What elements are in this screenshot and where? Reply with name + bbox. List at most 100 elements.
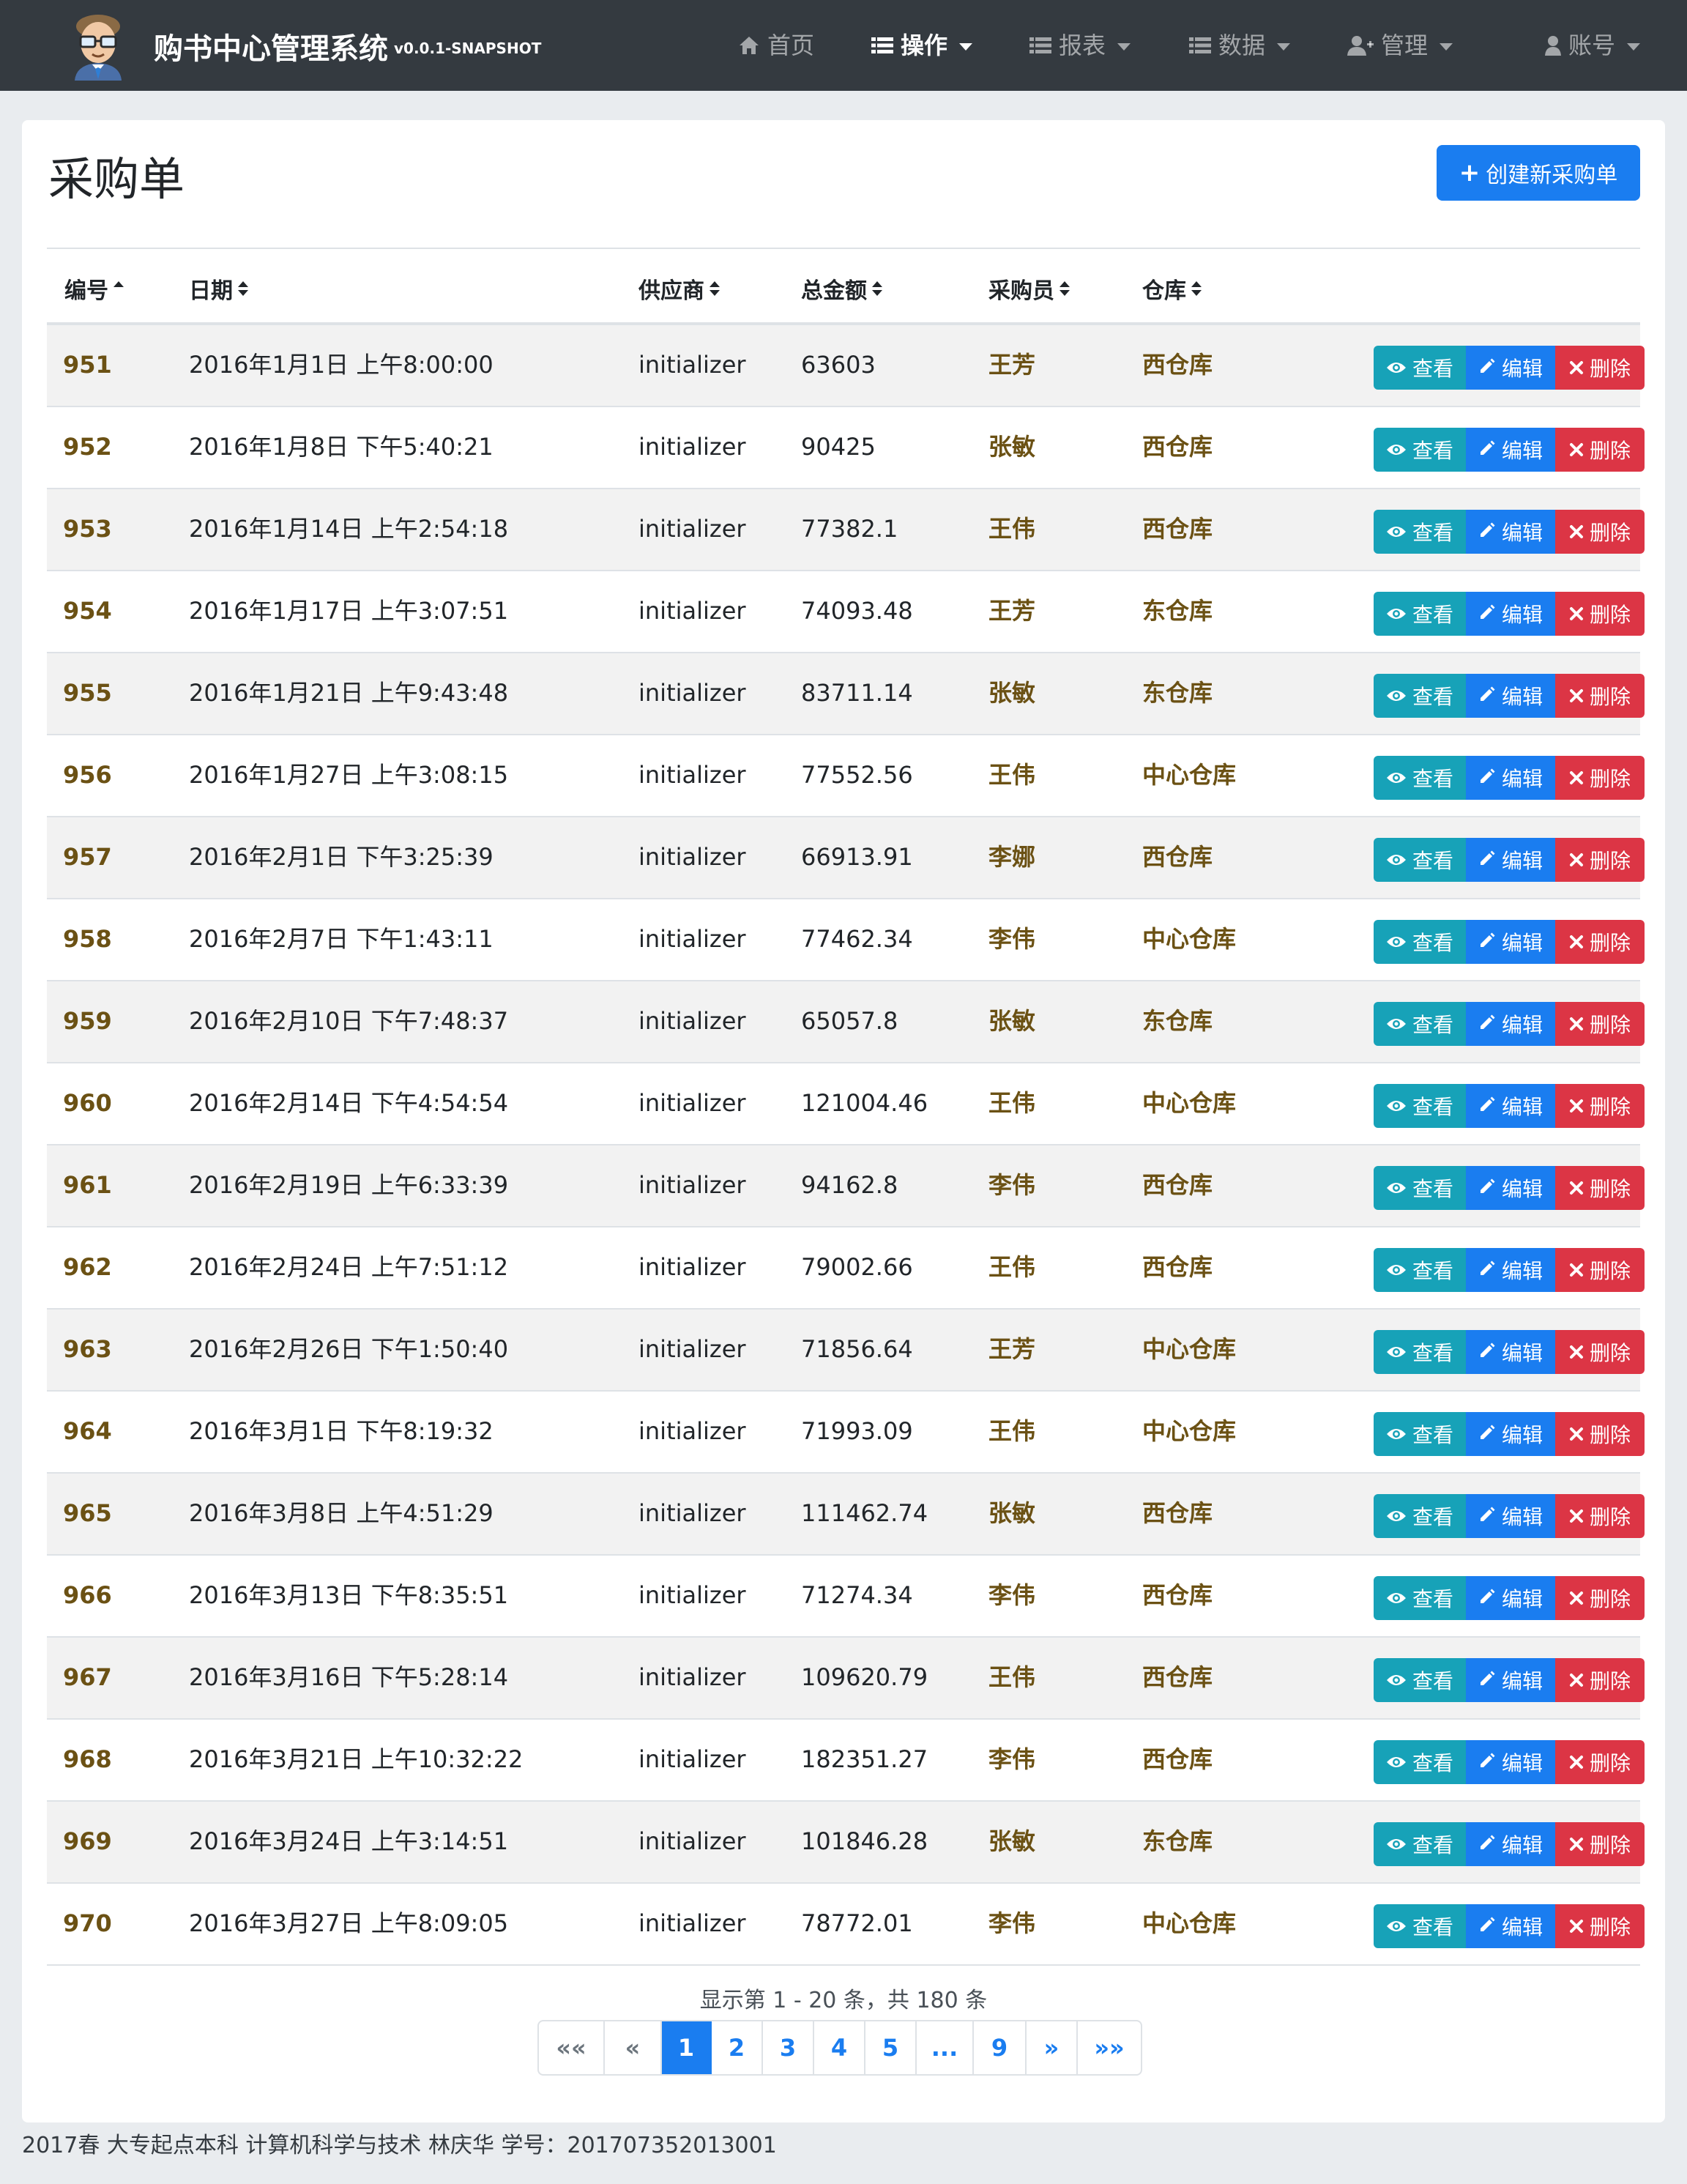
row-actions: 查看 编辑 删除 — [1374, 838, 1645, 882]
view-button[interactable]: 查看 — [1374, 1084, 1466, 1128]
edit-button[interactable]: 编辑 — [1466, 1002, 1555, 1046]
view-button[interactable]: 查看 — [1374, 1740, 1466, 1784]
delete-button[interactable]: 删除 — [1555, 674, 1645, 718]
delete-button[interactable]: 删除 — [1555, 1412, 1645, 1456]
delete-button[interactable]: 删除 — [1555, 1822, 1645, 1866]
view-button[interactable]: 查看 — [1374, 1904, 1466, 1948]
delete-button[interactable]: 删除 — [1555, 1904, 1645, 1948]
delete-button[interactable]: 删除 — [1555, 592, 1645, 636]
delete-button[interactable]: 删除 — [1555, 1740, 1645, 1784]
view-button[interactable]: 查看 — [1374, 592, 1466, 636]
row-actions: 查看 编辑 删除 — [1374, 1576, 1645, 1620]
delete-button[interactable]: 删除 — [1555, 1166, 1645, 1210]
page-link[interactable]: » — [1027, 2021, 1078, 2074]
page-link[interactable]: 1 — [662, 2021, 712, 2074]
view-button[interactable]: 查看 — [1374, 1248, 1466, 1292]
page-link[interactable]: 4 — [814, 2021, 865, 2074]
delete-button[interactable]: 删除 — [1555, 920, 1645, 964]
edit-button[interactable]: 编辑 — [1466, 1084, 1555, 1128]
nav-reports-label: 报表 — [1059, 31, 1106, 59]
edit-button[interactable]: 编辑 — [1466, 920, 1555, 964]
view-button[interactable]: 查看 — [1374, 1166, 1466, 1210]
list-icon — [1189, 37, 1211, 54]
edit-button[interactable]: 编辑 — [1466, 1822, 1555, 1866]
column-header-warehouse[interactable]: 仓库 — [1142, 272, 1202, 305]
edit-button[interactable]: 编辑 — [1466, 838, 1555, 882]
delete-button[interactable]: 删除 — [1555, 1658, 1645, 1702]
view-button[interactable]: 查看 — [1374, 1494, 1466, 1538]
edit-button-label: 编辑 — [1501, 439, 1543, 463]
edit-button[interactable]: 编辑 — [1466, 428, 1555, 472]
page-link[interactable]: 3 — [763, 2021, 814, 2074]
edit-button[interactable]: 编辑 — [1466, 674, 1555, 718]
view-button[interactable]: 查看 — [1374, 1412, 1466, 1456]
pencil-icon — [1478, 1586, 1496, 1611]
pencil-icon — [1478, 438, 1496, 462]
close-icon — [1569, 1176, 1584, 1200]
delete-button[interactable]: 删除 — [1555, 346, 1645, 390]
view-button[interactable]: 查看 — [1374, 838, 1466, 882]
column-header-supplier[interactable]: 供应商 — [638, 272, 720, 305]
view-button[interactable]: 查看 — [1374, 756, 1466, 800]
view-button[interactable]: 查看 — [1374, 1658, 1466, 1702]
delete-button[interactable]: 删除 — [1555, 428, 1645, 472]
column-header-amount[interactable]: 总金额 — [801, 272, 883, 305]
nav-home[interactable]: 首页 — [738, 28, 814, 63]
edit-button[interactable]: 编辑 — [1466, 1166, 1555, 1210]
delete-button[interactable]: 删除 — [1555, 510, 1645, 554]
edit-button[interactable]: 编辑 — [1466, 1330, 1555, 1374]
view-button[interactable]: 查看 — [1374, 346, 1466, 390]
cell-date: 2016年3月24日 上午3:14:51 — [189, 1827, 509, 1855]
edit-button[interactable]: 编辑 — [1466, 592, 1555, 636]
edit-button[interactable]: 编辑 — [1466, 1904, 1555, 1948]
column-header-id[interactable]: 编号 — [64, 272, 124, 305]
delete-button[interactable]: 删除 — [1555, 1002, 1645, 1046]
edit-button[interactable]: 编辑 — [1466, 756, 1555, 800]
nav-data[interactable]: 数据 — [1189, 28, 1291, 63]
page-link[interactable]: 9 — [974, 2021, 1027, 2074]
cell-id: 959 — [63, 1007, 112, 1035]
edit-button[interactable]: 编辑 — [1466, 1412, 1555, 1456]
edit-button[interactable]: 编辑 — [1466, 510, 1555, 554]
delete-button-label: 删除 — [1589, 1013, 1631, 1037]
pencil-icon — [1478, 1258, 1496, 1282]
view-button[interactable]: 查看 — [1374, 510, 1466, 554]
view-button[interactable]: 查看 — [1374, 1822, 1466, 1866]
view-button[interactable]: 查看 — [1374, 1002, 1466, 1046]
close-icon — [1569, 1668, 1584, 1693]
nav-reports[interactable]: 报表 — [1029, 28, 1131, 63]
page-link[interactable]: 5 — [865, 2021, 917, 2074]
nav-operations[interactable]: 操作 — [871, 28, 973, 63]
cell-date: 2016年2月19日 上午6:33:39 — [189, 1171, 509, 1199]
delete-button[interactable]: 删除 — [1555, 1576, 1645, 1620]
page-link[interactable]: »» — [1078, 2021, 1141, 2074]
edit-button[interactable]: 编辑 — [1466, 346, 1555, 390]
page-link[interactable]: 2 — [712, 2021, 763, 2074]
edit-button[interactable]: 编辑 — [1466, 1494, 1555, 1538]
edit-button[interactable]: 编辑 — [1466, 1248, 1555, 1292]
delete-button[interactable]: 删除 — [1555, 1248, 1645, 1292]
column-header-date[interactable]: 日期 — [189, 272, 249, 305]
brand-logo-avatar[interactable] — [67, 10, 129, 81]
nav-account[interactable]: 账号 — [1545, 28, 1641, 63]
delete-button[interactable]: 删除 — [1555, 1084, 1645, 1128]
delete-button[interactable]: 删除 — [1555, 1330, 1645, 1374]
list-icon — [871, 37, 893, 54]
delete-button[interactable]: 删除 — [1555, 838, 1645, 882]
delete-button[interactable]: 删除 — [1555, 756, 1645, 800]
nav-admin[interactable]: 管理 — [1347, 28, 1453, 63]
cell-amount: 111462.74 — [801, 1499, 928, 1527]
view-button[interactable]: 查看 — [1374, 1576, 1466, 1620]
edit-button[interactable]: 编辑 — [1466, 1576, 1555, 1620]
create-purchase-order-button[interactable]: + 创建新采购单 — [1437, 145, 1640, 201]
brand-title[interactable]: 购书中心管理系统 — [154, 25, 388, 67]
delete-button[interactable]: 删除 — [1555, 1494, 1645, 1538]
view-button[interactable]: 查看 — [1374, 1330, 1466, 1374]
edit-button[interactable]: 编辑 — [1466, 1740, 1555, 1784]
table-row: 951 2016年1月1日 上午8:00:00 initializer 6360… — [47, 325, 1645, 407]
edit-button[interactable]: 编辑 — [1466, 1658, 1555, 1702]
view-button[interactable]: 查看 — [1374, 920, 1466, 964]
column-header-buyer[interactable]: 采购员 — [988, 272, 1070, 305]
view-button[interactable]: 查看 — [1374, 428, 1466, 472]
view-button[interactable]: 查看 — [1374, 674, 1466, 718]
